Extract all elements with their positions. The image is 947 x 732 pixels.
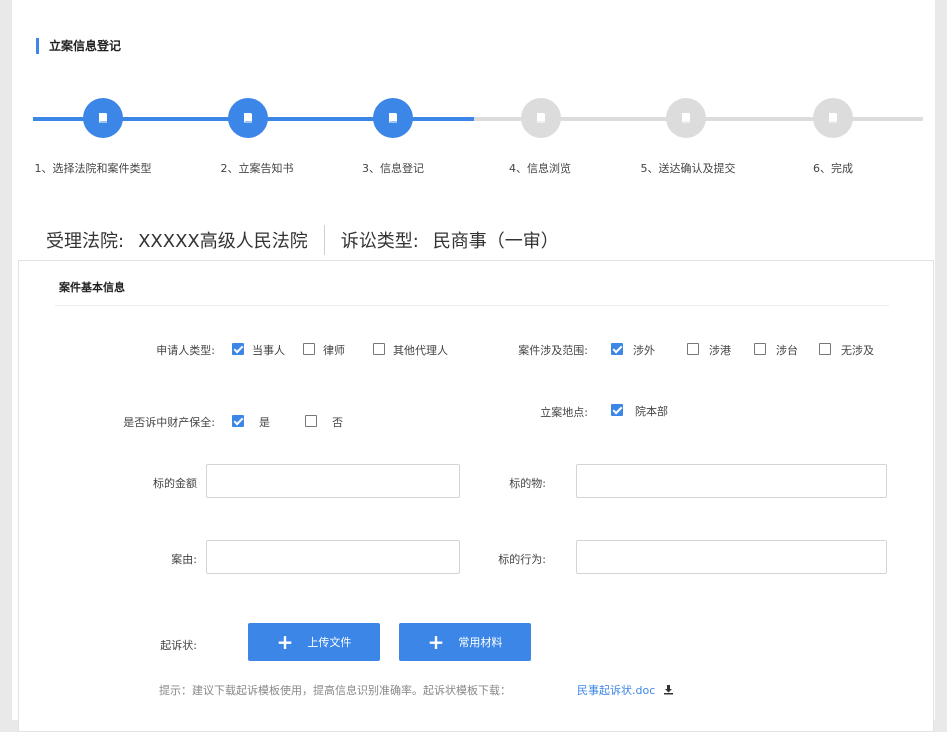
- subject-action-input[interactable]: [576, 540, 887, 574]
- step-6-label: 6、完成: [813, 162, 853, 175]
- checkbox-taiwan[interactable]: [754, 343, 766, 355]
- divider: [55, 305, 889, 306]
- upload-file-button[interactable]: + 上传文件: [248, 623, 380, 661]
- case-scope-label: 案件涉及范围:: [518, 344, 588, 357]
- option-no-label: 否: [332, 416, 343, 429]
- plus-icon: +: [276, 630, 294, 654]
- checkbox-lawyer[interactable]: [303, 343, 315, 355]
- court-value: XXXXX高级人民法院: [138, 231, 308, 252]
- step-3-label: 3、信息登记: [362, 162, 424, 175]
- checkbox-preservation-no[interactable]: [305, 415, 317, 427]
- step-5-circle: [666, 98, 706, 138]
- download-icon: [663, 685, 673, 695]
- amount-label: 标的金额: [153, 477, 197, 490]
- book-icon: [537, 113, 545, 123]
- checkbox-party[interactable]: [232, 343, 244, 355]
- section-title: 立案信息登记: [36, 38, 121, 54]
- applicant-type-label: 申请人类型:: [156, 344, 215, 357]
- checkbox-preservation-yes[interactable]: [232, 415, 244, 427]
- template-link-label: 民事起诉状.doc: [577, 684, 656, 697]
- book-icon: [244, 113, 252, 123]
- option-foreign-label: 涉外: [633, 344, 655, 357]
- book-icon: [389, 113, 397, 123]
- option-lawyer-label: 律师: [323, 344, 345, 357]
- subject-label: 标的物:: [509, 477, 546, 490]
- step-2-circle: [228, 98, 268, 138]
- case-type-label: 诉讼类型:: [340, 231, 419, 252]
- preservation-label: 是否诉中财产保全:: [123, 416, 215, 429]
- subject-input[interactable]: [576, 464, 887, 498]
- checkbox-foreign[interactable]: [611, 343, 623, 355]
- common-materials-label: 常用材料: [458, 636, 503, 649]
- book-icon: [682, 113, 690, 123]
- checkbox-hongkong[interactable]: [687, 343, 699, 355]
- template-download-link[interactable]: 民事起诉状.doc: [577, 682, 674, 698]
- court-info: 受理法院: XXXXX高级人民法院 诉讼类型: 民商事（一审）: [46, 222, 559, 258]
- step-4-label: 4、信息浏览: [509, 162, 571, 175]
- upload-file-label: 上传文件: [307, 636, 352, 649]
- court-label: 受理法院:: [46, 231, 125, 252]
- subject-action-label: 标的行为:: [498, 553, 546, 566]
- step-6-circle: [813, 98, 853, 138]
- option-yes-label: 是: [259, 416, 270, 429]
- case-info-panel: 案件基本信息 申请人类型: 当事人 律师 其他代理人 案件涉及范围: 涉外 涉港…: [18, 260, 934, 732]
- step-2-label: 2、立案告知书: [220, 162, 294, 175]
- common-materials-button[interactable]: + 常用材料: [399, 623, 531, 661]
- book-icon: [829, 113, 837, 123]
- amount-input[interactable]: [206, 464, 460, 498]
- step-3-circle: [373, 98, 413, 138]
- step-1-circle: [83, 98, 123, 138]
- hint-text: 提示：建议下载起诉模板使用，提高信息识别准确率。起诉状模板下载：: [159, 684, 511, 697]
- page: 立案信息登记 1、选择法院和案件类型 2、立案告知书 3、信息登记 4、信息浏览…: [12, 0, 935, 732]
- step-4-circle: [521, 98, 561, 138]
- option-hongkong-label: 涉港: [709, 344, 731, 357]
- step-1-label: 1、选择法院和案件类型: [34, 162, 152, 175]
- case-type-value: 民商事（一审）: [432, 231, 559, 252]
- complaint-label: 起诉状:: [160, 639, 197, 652]
- cause-label: 案由:: [171, 553, 197, 566]
- filing-location-label: 立案地点:: [540, 406, 588, 419]
- plus-icon: +: [427, 630, 445, 654]
- option-none-label: 无涉及: [841, 344, 874, 357]
- option-party-label: 当事人: [252, 344, 285, 357]
- checkbox-none[interactable]: [819, 343, 831, 355]
- book-icon: [99, 113, 107, 123]
- divider: [323, 225, 325, 255]
- step-5-label: 5、送达确认及提交: [640, 162, 736, 175]
- option-taiwan-label: 涉台: [776, 344, 798, 357]
- panel-title: 案件基本信息: [59, 281, 125, 294]
- option-headquarters-label: 院本部: [635, 405, 668, 418]
- option-other-agent-label: 其他代理人: [393, 344, 448, 357]
- checkbox-headquarters[interactable]: [611, 404, 623, 416]
- checkbox-other-agent[interactable]: [373, 343, 385, 355]
- cause-input[interactable]: [206, 540, 460, 574]
